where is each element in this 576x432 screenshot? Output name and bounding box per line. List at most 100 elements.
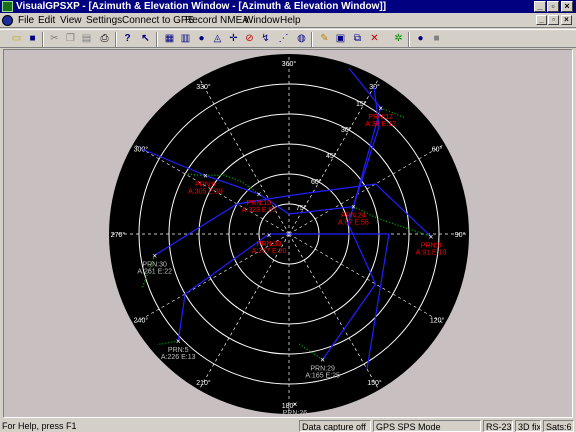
azimuth-label: 360° xyxy=(282,60,297,68)
status-bar: For Help, press F1 Data capture off GPS … xyxy=(0,419,576,432)
satellite-marker: × xyxy=(429,232,434,241)
status-sats: Sats:6 xyxy=(543,420,574,432)
menu-window[interactable]: Window xyxy=(244,14,280,27)
survey-icon[interactable]: ● xyxy=(195,32,208,45)
satellite-icon[interactable]: ⊘ xyxy=(243,32,256,45)
satellite-prn: PRN:26 xyxy=(283,410,308,417)
status-fix: 3D fix xyxy=(515,420,541,432)
paste-icon[interactable]: ▤ xyxy=(80,32,93,45)
satellite-az-el: A:36 E:12 xyxy=(365,121,396,128)
app-icon[interactable] xyxy=(2,1,13,12)
satellite-prn: PRN:10 xyxy=(247,200,272,207)
satellite-prn: PRN:30 xyxy=(142,261,167,268)
elevation-label: 30° xyxy=(341,126,352,134)
satellite-prn: PRN:30 xyxy=(257,241,282,248)
globe-icon[interactable]: ◍ xyxy=(295,32,308,45)
nmea-icon[interactable]: ✎ xyxy=(318,32,331,45)
elevation-label: 45° xyxy=(326,152,337,160)
elevation-label: 15° xyxy=(356,100,367,108)
status-mode: GPS SPS Mode xyxy=(373,420,481,432)
settings-icon[interactable]: ✲ xyxy=(392,32,405,45)
clock-icon[interactable]: ↯ xyxy=(259,32,272,45)
close-button[interactable]: × xyxy=(561,1,573,12)
position-icon[interactable]: ▥ xyxy=(179,32,192,45)
doc-close-button[interactable]: × xyxy=(561,15,572,25)
doc-minimize-button[interactable]: _ xyxy=(536,15,547,25)
toolbar-separator xyxy=(156,32,158,47)
menu-help[interactable]: Help xyxy=(280,14,301,27)
azimuth-label: 120° xyxy=(430,317,445,325)
azimuth-label: 60° xyxy=(432,146,443,154)
disconnect-icon[interactable]: ✕ xyxy=(368,32,381,45)
menu-bar: File Edit View Settings Connect to GPS R… xyxy=(0,13,576,28)
toolbar: ▭ ■ ✂ ❐ ▤ ⎙ ? ↖ ▦ ▥ ● ◬ ✛ ⊘ ↯ ⋰ ◍ ✎ ▣ ⧉ … xyxy=(0,29,576,48)
save-icon[interactable]: ■ xyxy=(26,32,39,45)
satellite-prn: PRN:17 xyxy=(368,114,393,121)
menu-view[interactable]: View xyxy=(60,14,82,27)
crosshair-icon[interactable]: ✛ xyxy=(227,32,240,45)
azimuth-label: 150° xyxy=(367,379,382,387)
connect-icon[interactable]: ⧉ xyxy=(351,32,364,45)
satellite-az-el: A:267 E:80 xyxy=(252,248,287,255)
azimuth-elevation-window: 360° 30° 60° 90° 120° 150° 180° 210° 240° 270° 300… xyxy=(3,49,573,418)
signal-level-icon[interactable]: ▦ xyxy=(163,32,176,45)
satellite-marker: × xyxy=(203,171,208,180)
stop-icon[interactable]: ■ xyxy=(430,32,443,45)
satellite-marker: × xyxy=(378,104,383,113)
toolbar-separator xyxy=(408,32,410,47)
azimuth-icon[interactable]: ◬ xyxy=(211,32,224,45)
copy-icon[interactable]: ❐ xyxy=(64,32,77,45)
open-icon[interactable]: ▭ xyxy=(10,32,23,45)
azimuth-label: 330° xyxy=(196,83,211,91)
elevation-label: 60° xyxy=(311,178,322,186)
azimuth-label: 300° xyxy=(134,146,149,154)
plot-icon[interactable]: ⋰ xyxy=(277,32,290,45)
menu-edit[interactable]: Edit xyxy=(38,14,55,27)
satellite-az-el: A:305 E:39 xyxy=(188,188,223,195)
document-icon[interactable] xyxy=(2,15,13,26)
azimuth-label: 270° xyxy=(111,231,126,239)
toolbar-separator xyxy=(42,32,44,47)
azimuth-label: 240° xyxy=(134,317,149,325)
toolbar-separator xyxy=(115,32,117,47)
title-bar[interactable]: VisualGPSXP - [Azimuth & Elevation Windo… xyxy=(0,0,576,13)
satellite-marker: × xyxy=(351,203,356,212)
satellite-prn: PRN:29 xyxy=(310,366,335,373)
minimize-button[interactable]: _ xyxy=(534,1,546,12)
satellite-marker: × xyxy=(152,251,157,260)
satellite-prn: PRN:24 xyxy=(341,213,366,220)
status-port: RS-232 xyxy=(483,420,513,432)
satellite-prn: PRN:6 xyxy=(195,181,216,188)
cut-icon[interactable]: ✂ xyxy=(48,32,61,45)
satellite-marker: × xyxy=(320,356,325,365)
context-help-icon[interactable]: ↖ xyxy=(139,32,152,45)
azimuth-label: 210° xyxy=(196,379,211,387)
satellite-prn: PRN:8 xyxy=(421,242,442,249)
status-capture: Data capture off xyxy=(299,420,371,432)
record-icon[interactable]: ● xyxy=(414,32,427,45)
elevation-label: 75° xyxy=(296,204,307,212)
window-title: VisualGPSXP - [Azimuth & Elevation Windo… xyxy=(16,1,387,12)
app-window: VisualGPSXP - [Azimuth & Elevation Windo… xyxy=(0,0,576,432)
menu-file[interactable]: File xyxy=(18,14,34,27)
satellite-marker: × xyxy=(257,190,262,199)
maximize-button[interactable]: ▫ xyxy=(547,1,559,12)
menu-record-nmea[interactable]: Record NMEA xyxy=(185,14,249,27)
azimuth-label: 90° xyxy=(455,231,466,239)
status-help: For Help, press F1 xyxy=(2,421,77,431)
satellite-marker: × xyxy=(293,400,298,409)
polar-plot: 360°30°60°90°120°150°180°210°240°270°300… xyxy=(109,54,469,417)
satellite-az-el: A:323 E:65 xyxy=(242,207,277,214)
satellite-marker: × xyxy=(176,337,181,346)
satellite-marker: × xyxy=(267,231,272,240)
satellite-az-el: A:261 E:22 xyxy=(137,268,172,275)
satellite-az-el: A:91 E:19 xyxy=(416,249,447,256)
satellite-az-el: A:165 E:25 xyxy=(305,373,340,380)
doc-restore-button[interactable]: ▫ xyxy=(548,15,559,25)
monitor-icon[interactable]: ▣ xyxy=(334,32,347,45)
menu-connect-to-gps[interactable]: Connect to GPS xyxy=(122,14,194,27)
print-icon[interactable]: ⎙ xyxy=(98,32,111,45)
satellite-az-el: A:226 E:13 xyxy=(161,354,196,361)
menu-settings[interactable]: Settings xyxy=(86,14,122,27)
help-icon[interactable]: ? xyxy=(121,32,134,45)
